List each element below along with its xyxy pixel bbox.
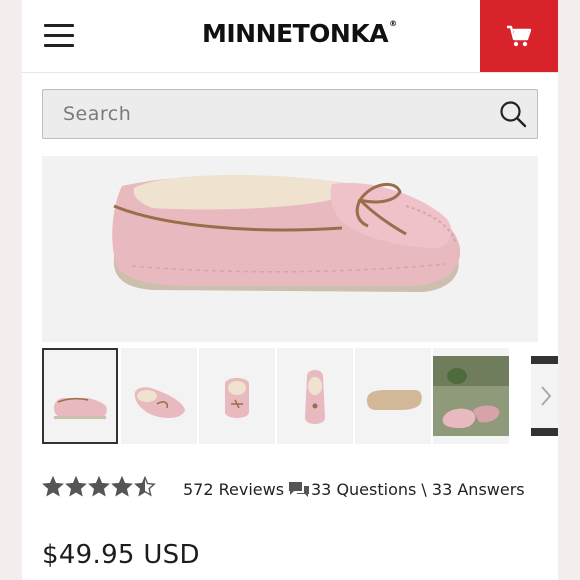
main-product-image[interactable] — [42, 156, 538, 342]
chevron-right-icon — [541, 386, 552, 406]
thumbnail-top-front-view[interactable] — [199, 348, 275, 444]
thumbnail-side-view[interactable] — [42, 348, 118, 444]
questions-answers-link[interactable]: 33 Questions \ 33 Answers — [311, 480, 525, 499]
moccasin-illustration — [112, 174, 461, 292]
brand-logo-text: MINNETONKA — [202, 19, 389, 48]
hamburger-menu-icon[interactable] — [44, 22, 74, 48]
thumbnail-image — [305, 370, 325, 424]
star-full-icon — [111, 476, 133, 497]
star-rating[interactable] — [42, 476, 156, 498]
thumbnail-image — [134, 387, 185, 418]
star-full-icon — [65, 476, 87, 497]
thumbnail-image — [433, 356, 509, 436]
thumbnail-image — [53, 397, 107, 419]
star-full-icon — [88, 476, 110, 497]
cart-button[interactable] — [480, 0, 558, 72]
thumbnail-image — [367, 390, 422, 410]
chat-bubbles-icon — [289, 482, 309, 497]
thumbnail-top-view[interactable] — [277, 348, 353, 444]
product-price: $49.95 USD — [42, 540, 200, 570]
search-input[interactable] — [43, 90, 483, 138]
shopping-cart-icon — [507, 25, 532, 47]
site-header: MINNETONKA® — [22, 0, 558, 73]
search-icon[interactable] — [499, 100, 527, 128]
thumbnail-next-button[interactable] — [531, 356, 558, 436]
thumbnail-strip — [42, 348, 558, 444]
brand-logo[interactable]: MINNETONKA® — [202, 19, 397, 48]
thumbnail-lifestyle-photo[interactable] — [433, 348, 509, 444]
brand-registered-mark: ® — [389, 19, 397, 28]
thumbnail-sole-view[interactable] — [355, 348, 431, 444]
review-count-link[interactable]: 572 Reviews — [183, 480, 284, 499]
rating-row: 572 Reviews 33 Questions \ 33 Answers — [42, 474, 558, 506]
search-bar — [42, 89, 538, 139]
star-full-icon — [42, 476, 64, 497]
product-page: MINNETONKA® Search 572 Reviews 33 Questi… — [22, 0, 558, 580]
star-half-icon — [134, 476, 156, 497]
thumbnail-image — [225, 378, 249, 418]
thumbnail-angled-view[interactable] — [121, 348, 197, 444]
